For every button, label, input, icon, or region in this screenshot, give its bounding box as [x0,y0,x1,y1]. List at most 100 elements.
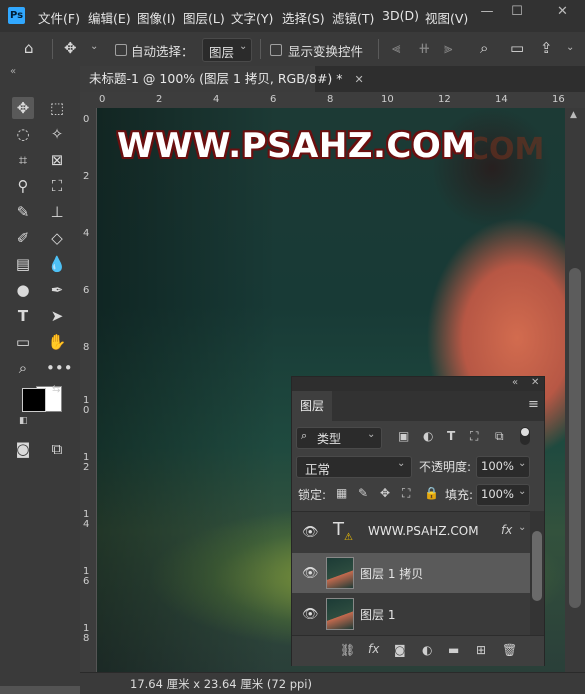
close-icon[interactable]: ✕ [531,377,539,388]
more-tools-icon[interactable]: ••• [46,357,73,379]
auto-select-dropdown[interactable]: 图层 ⌄ [202,38,252,62]
move-tool-icon[interactable]: ✥ [12,97,34,119]
workspace-icon[interactable]: ▭ [510,39,524,57]
align-center-icon[interactable]: ⧺ [418,39,431,57]
path-selection-tool-icon[interactable]: ➤ [46,305,68,327]
lock-all-icon[interactable]: 🔒 [424,486,439,500]
menu-view[interactable]: 视图(V) [425,8,468,27]
filter-smart-object-icon[interactable]: ⧉ [495,429,504,444]
blend-mode-dropdown[interactable]: 正常 ⌄ [296,456,412,478]
crop-tool-icon[interactable]: ⌗ [12,149,34,171]
scroll-up-icon[interactable]: ▲ [570,110,577,120]
zoom-tool-icon[interactable]: ⌕ [12,357,34,379]
eye-icon[interactable]: 👁 [302,607,319,622]
brush-tool-icon[interactable]: ✎ [12,201,34,223]
stamp-tool-icon[interactable]: ⊥ [46,201,68,223]
delete-layer-icon[interactable]: 🗑 [502,643,517,657]
menu-3d[interactable]: 3D(D) [382,8,419,23]
pen-tool-icon[interactable]: ✒ [46,279,68,301]
watermark-text: WWW.PSAHZ.COM [117,126,476,166]
lock-transparency-icon[interactable]: ▦ [336,486,347,500]
marquee-tool-icon[interactable]: ⬚ [46,97,68,119]
default-colors-icon[interactable]: ◧ [19,416,28,426]
eyedropper-tool-icon[interactable]: ⚲ [12,175,34,197]
chevron-down-icon[interactable]: ⌄ [518,522,526,533]
quick-mask-icon[interactable]: ◙ [12,438,34,460]
layer-thumbnail [326,557,354,589]
ruler-tick: 10 [381,94,394,105]
close-tab-icon[interactable]: ✕ [355,73,364,86]
type-tool-icon[interactable]: T [12,305,34,327]
move-icon[interactable]: ✥ [64,39,77,57]
blur-tool-icon[interactable]: 💧 [46,253,68,275]
layer-list-scrollbar[interactable] [530,511,544,635]
menu-image[interactable]: 图像(I) [137,8,175,27]
rectangle-tool-icon[interactable]: ▭ [12,331,34,353]
dodge-tool-icon[interactable]: ● [12,279,34,301]
show-transform-checkbox[interactable] [270,44,282,56]
collapse-icon[interactable]: « [10,66,16,77]
panel-menu-icon[interactable]: ≡ [528,397,539,412]
share-icon[interactable]: ⇪ [540,39,553,57]
canvas-vertical-scrollbar[interactable]: ▲ [565,108,585,672]
magic-wand-tool-icon[interactable]: ✧ [46,123,68,145]
search-icon[interactable]: ⌕ [480,39,488,57]
layer-row-copy-selected[interactable]: 👁 图层 1 拷贝 [292,553,530,593]
align-right-icon[interactable]: ⫸ [444,39,452,57]
menu-select[interactable]: 选择(S) [282,8,325,27]
photoshop-logo-icon[interactable]: Ps [8,7,25,24]
eye-icon[interactable]: 👁 [302,566,319,581]
lock-artboard-icon[interactable]: ⛶ [402,486,410,501]
collapse-icon[interactable]: « [512,377,518,388]
add-mask-icon[interactable]: ◙ [394,643,406,657]
menu-filter[interactable]: 滤镜(T) [332,8,374,27]
new-layer-icon[interactable]: ⊞ [476,643,486,657]
swap-colors-icon[interactable]: ⇆ [52,384,60,395]
menu-layer[interactable]: 图层(L) [183,8,225,27]
filter-pixel-icon[interactable]: ▣ [398,429,409,443]
lasso-tool-icon[interactable]: ◌ [12,123,34,145]
fill-input[interactable]: 100% ⌄ [476,484,530,506]
eye-icon[interactable]: 👁 [302,525,319,540]
chevron-down-icon[interactable]: ⌄ [566,42,574,53]
home-icon[interactable]: ⌂ [24,39,34,57]
align-left-icon[interactable]: ⫷ [392,39,400,57]
healing-brush-tool-icon[interactable]: ⛶ [46,175,68,197]
opacity-input[interactable]: 100% ⌄ [476,456,530,478]
layer-row-base[interactable]: 👁 图层 1 [292,594,530,634]
divider [378,39,379,59]
scrollbar-thumb[interactable] [532,531,542,601]
tab-layers[interactable]: 图层 [292,391,332,421]
layer-filter-dropdown[interactable]: ⌕ 类型 ⌄ [296,427,382,449]
eraser-tool-icon[interactable]: ◇ [46,227,68,249]
menu-edit[interactable]: 编辑(E) [88,8,131,27]
filter-shape-icon[interactable]: ⛶ [470,429,478,444]
frame-tool-icon[interactable]: ⊠ [46,149,68,171]
gradient-tool-icon[interactable]: ▤ [12,253,34,275]
link-layers-icon[interactable]: ⛓ [340,643,355,657]
close-icon[interactable]: ✕ [540,0,585,24]
auto-select-checkbox[interactable] [115,44,127,56]
maximize-icon[interactable]: ☐ [502,0,532,24]
document-tab[interactable]: 未标题-1 @ 100% (图层 1 拷贝, RGB/8#) * ✕ [80,66,364,92]
history-brush-tool-icon[interactable]: ✐ [12,227,34,249]
menu-file[interactable]: 文件(F) [38,8,80,27]
fx-badge[interactable]: fx [501,523,512,537]
filter-type-icon[interactable]: T [447,429,455,443]
minimize-icon[interactable]: — [472,0,502,24]
lock-position-icon[interactable]: ✥ [380,486,390,500]
lock-pixels-icon[interactable]: ✎ [358,486,368,500]
layer-row-text[interactable]: 👁 T ⚠ WWW.PSAHZ.COM fx ⌄ [292,512,530,552]
scrollbar-thumb[interactable] [569,268,581,608]
fill-value: 100% [481,487,514,501]
chevron-down-icon[interactable]: ⌄ [90,41,98,52]
filter-adjustment-icon[interactable]: ◐ [423,429,433,443]
adjustment-layer-icon[interactable]: ◐ [422,643,432,657]
new-group-icon[interactable]: ▬ [448,643,459,657]
foreground-color-swatch[interactable] [22,388,46,412]
menu-type[interactable]: 文字(Y) [231,8,273,27]
add-style-icon[interactable]: fx [368,642,379,656]
auto-select-value: 图层 [209,45,235,60]
hand-tool-icon[interactable]: ✋ [46,331,68,353]
screen-mode-icon[interactable]: ⧉ [46,438,68,460]
